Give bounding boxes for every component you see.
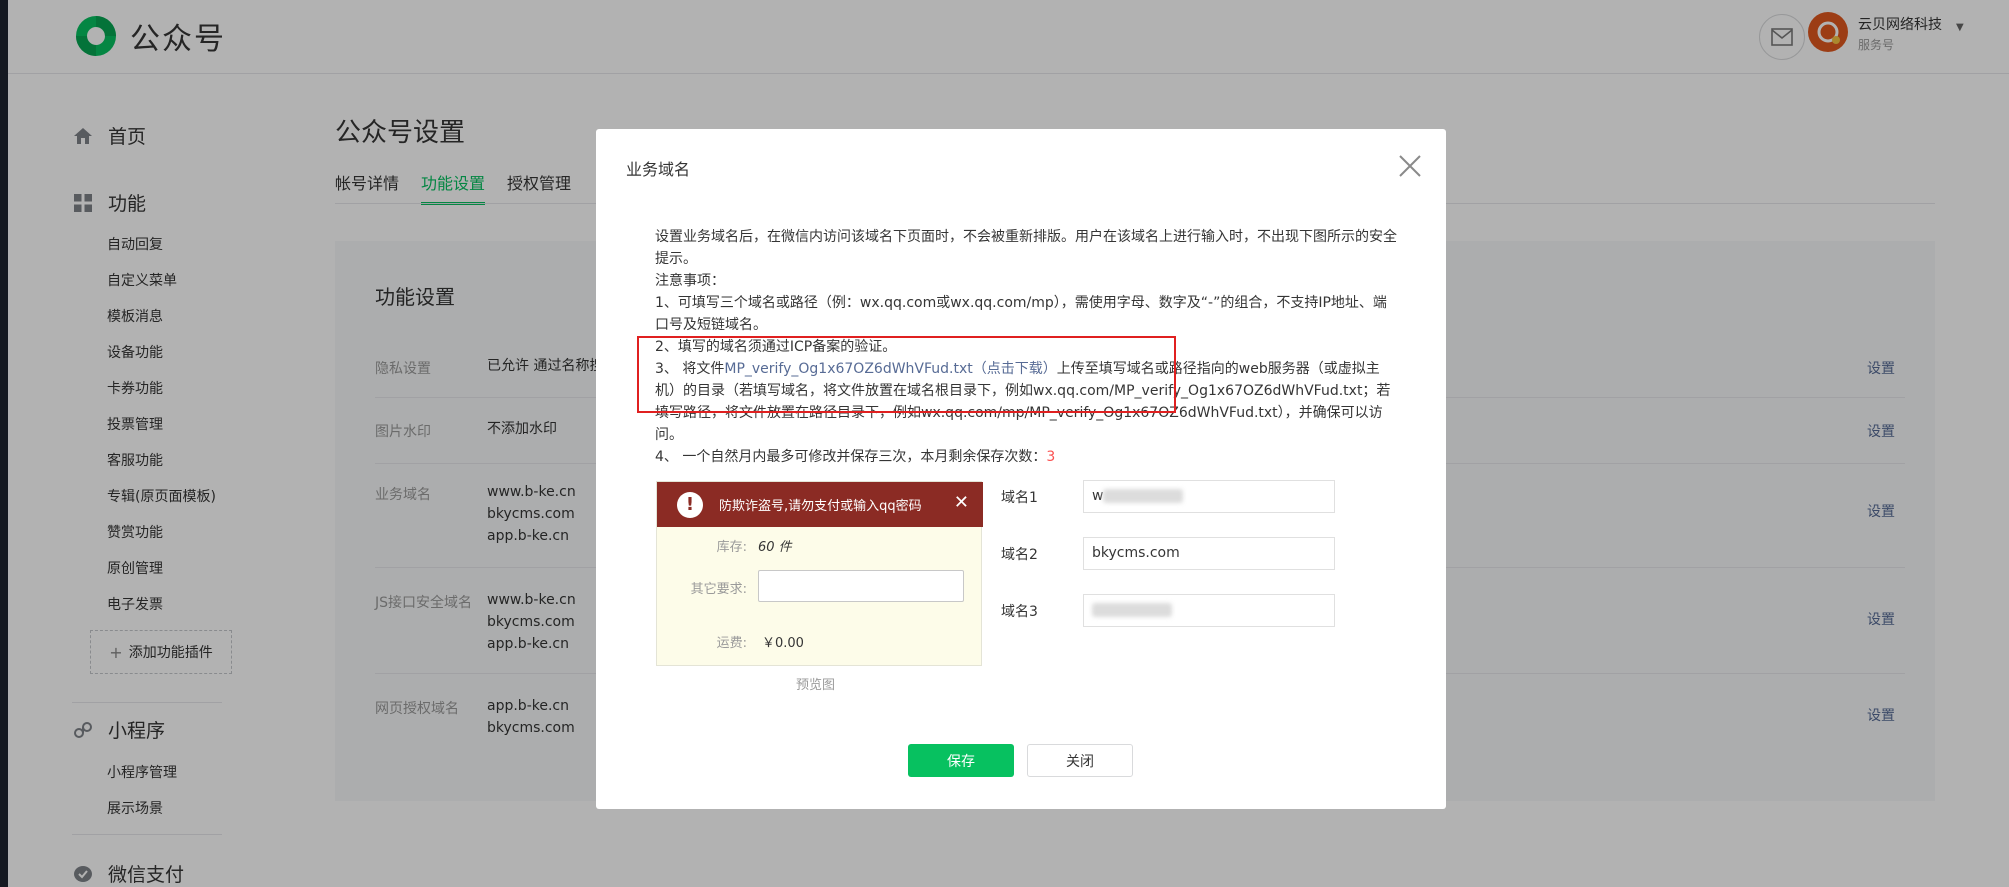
shipping-value: ￥0.00 — [762, 636, 804, 651]
domain-1-label: 域名1 — [1001, 490, 1038, 506]
domain-2-value: bkycms.com — [1092, 545, 1180, 561]
intro-text: 设置业务域名后，在微信内访问该域名下页面时，不会被重新排版。用户在该域名上进行输… — [655, 229, 1397, 267]
blurred-text — [1092, 603, 1172, 617]
highlight-annotation-box — [637, 336, 1176, 413]
domain-2-label: 域名2 — [1001, 547, 1038, 563]
notes-title: 注意事项： — [655, 273, 725, 289]
domain-1-value: w — [1092, 488, 1104, 504]
close-button[interactable]: 关闭 — [1027, 744, 1133, 777]
note-4: 4、 一个自然月内最多可修改并保存三次，本月剩余保存次数：3 — [655, 446, 1400, 468]
shipping-label: 运费: — [716, 636, 747, 651]
other-requirements-label: 其它要求: — [690, 582, 747, 597]
business-domain-dialog: 业务域名 设置业务域名后，在微信内访问该域名下页面时，不会被重新排版。用户在该域… — [596, 129, 1446, 809]
blurred-text — [1103, 489, 1184, 503]
security-warning-bar: ! 防欺诈盗号,请勿支付或输入qq密码 ✕ — [657, 482, 983, 527]
exclamation-icon: ! — [677, 491, 703, 518]
stock-value: 60 件 — [758, 540, 792, 555]
other-requirements-input — [758, 570, 964, 602]
security-warning-text: 防欺诈盗号,请勿支付或输入qq密码 — [719, 499, 922, 514]
dialog-title: 业务域名 — [626, 160, 691, 179]
note-4-prefix: 4、 一个自然月内最多可修改并保存三次，本月剩余保存次数： — [655, 449, 1047, 465]
domain-2-input[interactable]: bkycms.com — [1083, 537, 1335, 570]
close-icon: ✕ — [953, 492, 969, 513]
remaining-save-count: 3 — [1046, 449, 1056, 465]
domain-3-input[interactable] — [1083, 594, 1335, 627]
preview-caption: 预览图 — [796, 678, 836, 693]
stock-label: 库存: — [716, 540, 747, 555]
preview-image: ! 防欺诈盗号,请勿支付或输入qq密码 ✕ 库存: 60 件 其它要求: 运费:… — [656, 481, 983, 666]
save-button[interactable]: 保存 — [908, 744, 1014, 777]
domain-1-input[interactable]: w — [1083, 480, 1335, 513]
domain-3-label: 域名3 — [1001, 604, 1038, 620]
close-icon[interactable] — [1397, 153, 1423, 179]
note-1: 1、可填写三个域名或路径（例：wx.qq.com或wx.qq.com/mp），需… — [655, 295, 1387, 333]
